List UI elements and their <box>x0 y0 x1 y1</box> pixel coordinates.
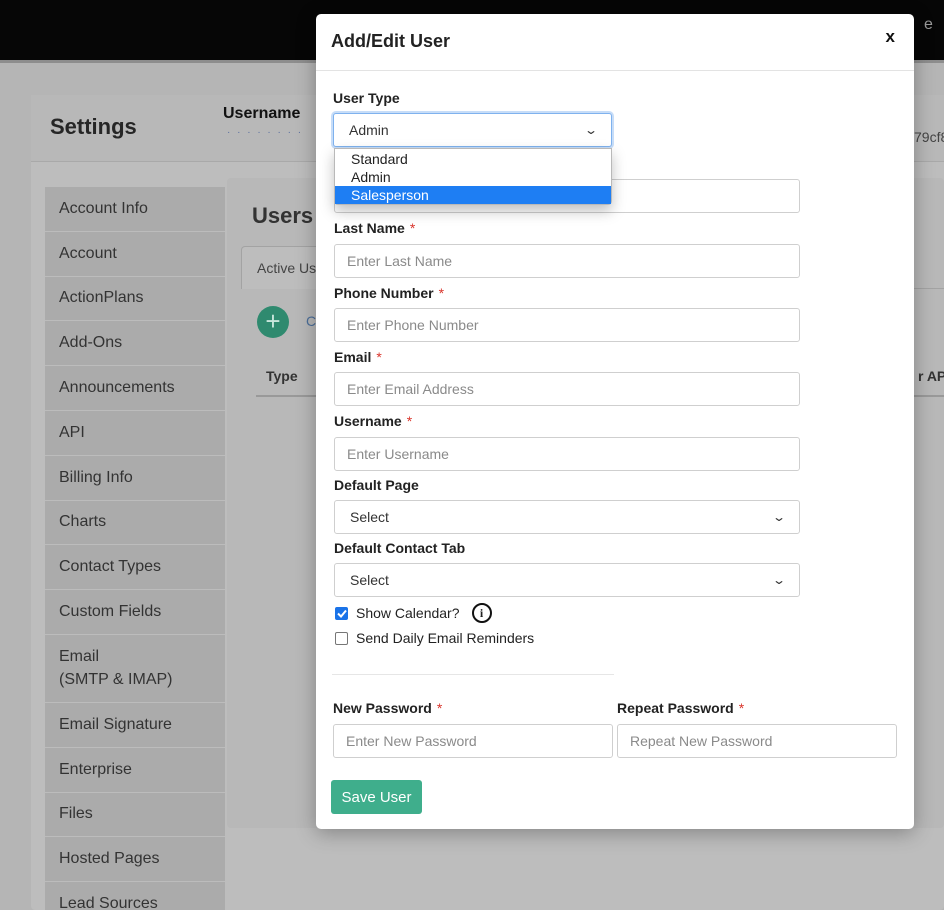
default-contact-tab-label: Default Contact Tab <box>334 540 466 556</box>
close-icon[interactable]: x <box>886 27 895 47</box>
topbar-edge-text: e <box>924 16 933 33</box>
modal-title: Add/Edit User <box>331 31 451 51</box>
sidebar-item-account-info[interactable]: Account Info <box>45 187 225 232</box>
user-type-option-salesperson[interactable]: Salesperson <box>335 186 611 204</box>
table-header-divider-right <box>914 395 944 397</box>
chevron-down-icon: ⌄ <box>771 510 787 524</box>
daily-reminders-row: Send Daily Email Reminders <box>335 630 534 646</box>
last-name-label: Last Name * <box>334 220 415 236</box>
sidebar-item-hosted-pages[interactable]: Hosted Pages <box>45 837 225 883</box>
required-mark: * <box>376 349 382 365</box>
username-input[interactable] <box>334 437 800 471</box>
settings-title: Settings <box>50 114 137 139</box>
sidebar-item-add-ons[interactable]: Add-Ons <box>45 321 225 367</box>
api-key-fragment: 79cf8 <box>914 129 944 145</box>
repeat-password-input[interactable] <box>617 724 897 758</box>
sidebar-item-files[interactable]: Files <box>45 792 225 838</box>
username-label: Username <box>223 105 301 122</box>
password-divider <box>332 674 614 675</box>
sidebar-item-announcements[interactable]: Announcements <box>45 366 225 411</box>
new-password-input[interactable] <box>333 724 613 758</box>
add-user-icon[interactable]: + <box>257 306 289 338</box>
user-type-select[interactable]: Admin ⌄ <box>333 113 612 147</box>
show-calendar-label: Show Calendar? <box>356 605 460 621</box>
username-field-label: Username * <box>334 413 412 429</box>
sidebar-item-lead-sources[interactable]: Lead Sources <box>45 882 225 910</box>
phone-number-input[interactable] <box>334 308 800 342</box>
add-edit-user-modal: Add/Edit User x User Type Admin ⌄ Last N… <box>316 14 914 829</box>
default-page-label: Default Page <box>334 477 419 493</box>
required-mark: * <box>409 220 416 236</box>
repeat-password-label: Repeat Password * <box>617 700 744 716</box>
sidebar-item-api[interactable]: API <box>45 410 225 456</box>
daily-reminders-label: Send Daily Email Reminders <box>356 630 535 646</box>
settings-sidebar: Account Info Account ActionPlans Add-Ons… <box>45 187 225 910</box>
phone-number-label: Phone Number * <box>334 285 444 301</box>
email-label-text: Email <box>334 349 372 365</box>
sidebar-item-billing-info[interactable]: Billing Info <box>45 455 225 501</box>
sidebar-item-email-signature[interactable]: Email Signature <box>45 702 225 748</box>
sidebar-item-contact-types[interactable]: Contact Types <box>45 545 225 591</box>
email-label: Email * <box>334 349 382 365</box>
new-password-label: New Password * <box>333 700 442 716</box>
sidebar-item-charts[interactable]: Charts <box>45 500 225 546</box>
sidebar-item-account[interactable]: Account <box>45 231 225 277</box>
save-user-button[interactable]: Save User <box>331 780 422 814</box>
column-header-type: Type <box>266 368 298 384</box>
required-mark: * <box>436 700 443 716</box>
required-mark: * <box>406 413 413 429</box>
sidebar-item-actionplans[interactable]: ActionPlans <box>45 276 225 322</box>
column-header-api: r API <box>918 368 944 384</box>
last-name-label-text: Last Name <box>334 220 405 236</box>
default-page-value: Select <box>350 509 389 525</box>
sidebar-item-email-smtp-imap[interactable]: Email (SMTP & IMAP) <box>45 634 225 703</box>
user-type-option-standard[interactable]: Standard <box>335 150 611 168</box>
username-value: · · · · · · · · <box>227 127 304 138</box>
user-type-dropdown-list: Standard Admin Salesperson <box>334 148 612 205</box>
repeat-password-label-text: Repeat Password <box>617 700 734 716</box>
default-page-select[interactable]: Select ⌄ <box>334 500 800 534</box>
email-input[interactable] <box>334 372 800 406</box>
chevron-down-icon: ⌄ <box>771 573 787 587</box>
daily-reminders-checkbox[interactable] <box>335 631 348 645</box>
username-field-label-text: Username <box>334 413 402 429</box>
default-contact-tab-value: Select <box>350 572 389 588</box>
show-calendar-row: Show Calendar? i <box>335 603 492 623</box>
default-contact-tab-select[interactable]: Select ⌄ <box>334 563 800 597</box>
users-title: Users <box>252 203 314 228</box>
show-calendar-checkbox[interactable] <box>335 606 348 620</box>
required-mark: * <box>738 700 745 716</box>
new-password-label-text: New Password <box>333 700 432 716</box>
modal-header: Add/Edit User x <box>316 14 914 71</box>
user-type-option-admin[interactable]: Admin <box>335 168 611 186</box>
sidebar-item-enterprise[interactable]: Enterprise <box>45 747 225 793</box>
checkmark-icon <box>336 609 347 618</box>
info-icon[interactable]: i <box>471 603 492 623</box>
user-type-label: User Type <box>333 90 400 106</box>
user-type-value: Admin <box>349 122 389 138</box>
chevron-down-icon: ⌄ <box>583 123 599 137</box>
required-mark: * <box>438 285 445 301</box>
table-header-divider <box>256 395 316 397</box>
sidebar-item-custom-fields[interactable]: Custom Fields <box>45 590 225 635</box>
phone-number-label-text: Phone Number <box>334 285 434 301</box>
last-name-input[interactable] <box>334 244 800 278</box>
